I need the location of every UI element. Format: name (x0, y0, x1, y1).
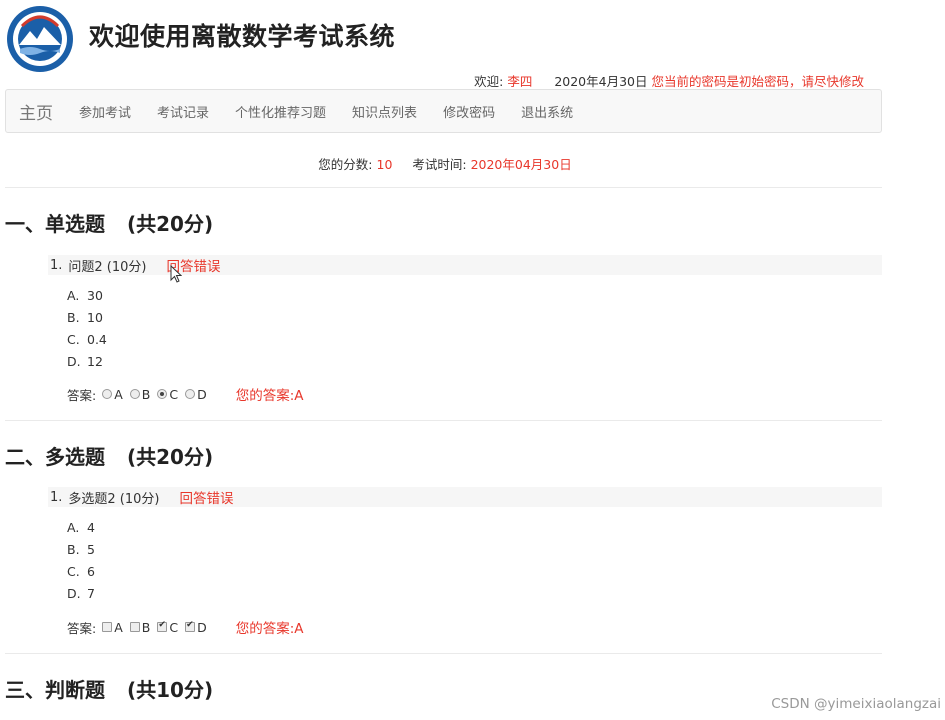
nav-take-exam[interactable]: 参加考试 (66, 102, 144, 121)
your-answer: 您的答案:A (235, 388, 304, 404)
section-title-single-choice: 一、单选题 (共20分) (5, 208, 213, 237)
nav-home[interactable]: 主页 (6, 99, 66, 124)
header: 欢迎使用离散数学考试系统 (0, 0, 945, 80)
radio-checked-icon[interactable] (157, 389, 168, 399)
checkbox-option-b[interactable]: B (129, 620, 150, 635)
exam-time-value: 2020年04月30日 (470, 157, 572, 172)
section-title-text: 一、单选题 (5, 212, 105, 236)
question-text: 多选题2 (10分) (68, 491, 160, 507)
score-label: 您的分数: (318, 157, 373, 172)
welcome-label: 欢迎: (474, 74, 504, 89)
section-points: (共20分) (127, 212, 214, 236)
nav-change-password[interactable]: 修改密码 (430, 102, 508, 121)
question-text: 问题2 (10分) (68, 259, 147, 275)
radio-option-b[interactable]: B (129, 387, 150, 402)
question-number: 1. (50, 257, 63, 273)
option-item: D. 12 (67, 354, 103, 369)
checkbox-option-c[interactable]: C (157, 620, 178, 635)
section-points: (共10分) (127, 678, 214, 702)
answer-row: 答案: A B C D 您的答案:A (67, 384, 304, 405)
current-date: 2020年4月30日 (554, 74, 648, 89)
divider (5, 653, 882, 654)
password-warning: 您当前的密码是初始密码，请尽快修改 (651, 74, 864, 89)
question-number: 1. (50, 489, 63, 505)
score-summary: 您的分数: 10 考试时间: 2020年04月30日 (0, 154, 890, 173)
score-value: 10 (376, 157, 393, 172)
answer-row: 答案: A B C D 您的答案:A (67, 617, 304, 638)
section-title-true-false: 三、判断题 (共10分) (5, 674, 213, 703)
option-item: C. 0.4 (67, 332, 107, 347)
radio-icon[interactable] (129, 389, 140, 399)
divider (5, 187, 882, 188)
radio-option-a[interactable]: A (102, 387, 123, 402)
answer-label: 答案: (67, 620, 97, 636)
radio-option-d[interactable]: D (185, 387, 207, 402)
question-header: 1. 多选题2 (10分) 回答错误 (48, 487, 882, 507)
navbar: 主页 参加考试 考试记录 个性化推荐习题 知识点列表 修改密码 退出系统 (5, 89, 882, 133)
checkbox-checked-icon[interactable] (185, 620, 196, 632)
option-item: D. 7 (67, 586, 95, 601)
nav-logout[interactable]: 退出系统 (508, 102, 586, 121)
option-item: B. 10 (67, 310, 103, 325)
checkbox-option-a[interactable]: A (102, 620, 123, 635)
user-info-bar: 欢迎: 李四 2020年4月30日 您当前的密码是初始密码，请尽快修改 (474, 71, 864, 90)
exam-time-label: 考试时间: (412, 157, 467, 172)
nav-exam-records[interactable]: 考试记录 (144, 102, 222, 121)
checkbox-icon[interactable] (129, 622, 140, 632)
watermark: CSDN @yimeixiaolangzai (771, 696, 941, 712)
answer-label: 答案: (67, 387, 97, 403)
your-answer: 您的答案:A (235, 621, 304, 637)
question-result: 回答错误 (179, 491, 234, 507)
mouse-cursor-icon (170, 265, 182, 283)
section-title-multiple-choice: 二、多选题 (共20分) (5, 441, 213, 470)
nav-knowledge-list[interactable]: 知识点列表 (339, 102, 430, 121)
university-logo-icon (7, 6, 73, 72)
option-item: C. 6 (67, 564, 95, 579)
nav-recommended-exercises[interactable]: 个性化推荐习题 (222, 102, 339, 121)
option-item: A. 30 (67, 288, 103, 303)
section-title-text: 二、多选题 (5, 445, 105, 469)
user-name: 李四 (507, 74, 533, 89)
checkbox-icon[interactable] (102, 622, 113, 632)
checkbox-checked-icon[interactable] (157, 620, 168, 632)
checkbox-option-d[interactable]: D (185, 620, 207, 635)
divider (5, 420, 882, 421)
option-item: B. 5 (67, 542, 95, 557)
option-item: A. 4 (67, 520, 95, 535)
radio-icon[interactable] (185, 389, 196, 399)
section-points: (共20分) (127, 445, 214, 469)
radio-icon[interactable] (102, 389, 113, 399)
section-title-text: 三、判断题 (5, 678, 105, 702)
radio-option-c[interactable]: C (157, 387, 178, 402)
page-title: 欢迎使用离散数学考试系统 (89, 22, 396, 51)
